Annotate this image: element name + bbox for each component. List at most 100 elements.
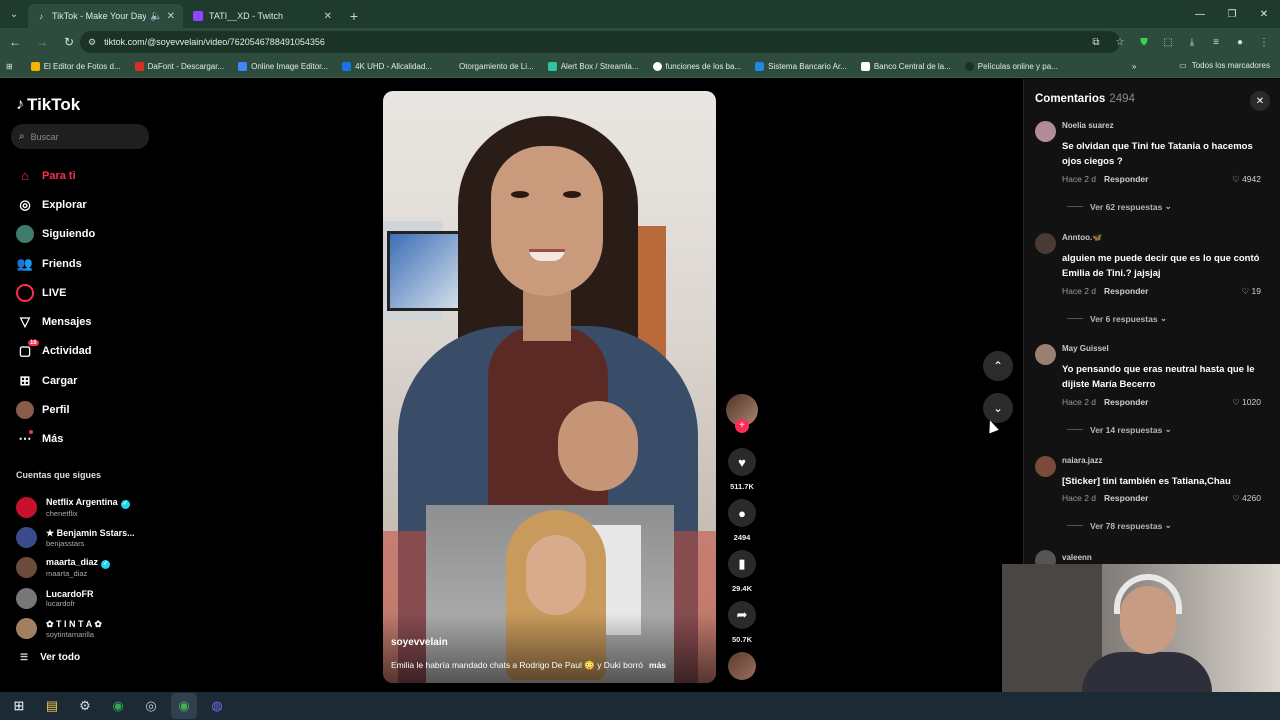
video-author[interactable]: soyevvelain [391, 637, 448, 648]
profile-avatar-icon[interactable]: ● [1230, 32, 1250, 52]
like-action[interactable]: ♥ 511.7K [725, 448, 759, 491]
comment-action[interactable]: ● 2494 [725, 499, 759, 542]
next-video-button[interactable]: ⌄ [983, 393, 1013, 423]
comment-user[interactable]: valeenn [1062, 553, 1092, 562]
previous-video-button[interactable]: ⌃ [983, 351, 1013, 381]
avatar[interactable] [1035, 121, 1056, 142]
bookmark-item[interactable]: Online Image Editor... [238, 62, 328, 71]
search-input[interactable]: ⌕ Buscar [11, 124, 149, 149]
menu-icon[interactable]: ⋮ [1254, 32, 1274, 52]
chrome-icon[interactable]: ◉ [105, 693, 131, 719]
all-bookmarks-folder[interactable]: ▭ Todos los marcadores [1179, 61, 1270, 70]
nav-mas[interactable]: ⋯ Más [16, 425, 95, 454]
comment-user[interactable]: May Guissel [1062, 344, 1109, 353]
tab-search-icon[interactable]: ⌄ [0, 0, 28, 28]
reply-button[interactable]: Responder [1104, 174, 1148, 184]
reload-button[interactable]: ↻ [57, 30, 81, 54]
apps-icon[interactable]: ⊞ [6, 62, 13, 71]
following-account[interactable]: ✿ T I N T A ✿ soytintamarilla [16, 614, 135, 644]
bookmark-item[interactable]: 4K UHD - Allcalidad... [342, 62, 432, 71]
tiktok-logo[interactable]: ♪ TikTok [16, 95, 80, 115]
obs-icon[interactable]: ◎ [138, 693, 164, 719]
bookmark-item[interactable]: El Editor de Fotos d... [30, 62, 121, 71]
caption-more-button[interactable]: más [649, 660, 666, 670]
comment-user[interactable]: Noelia suarez [1062, 121, 1114, 130]
reply-button[interactable]: Responder [1104, 286, 1148, 296]
back-button[interactable]: ← [3, 30, 27, 54]
comment-icon[interactable]: ● [728, 499, 756, 527]
bookmark-item[interactable]: funciones de los ba... [652, 62, 741, 71]
bookmark-item[interactable]: Alert Box / Streamla... [547, 62, 639, 71]
speaker-icon[interactable]: 🔈 [150, 11, 162, 22]
bookmark-item[interactable]: DaFont - Descargar... [134, 62, 224, 71]
share-icon[interactable]: ➦ [728, 601, 756, 629]
author-avatar[interactable]: + [726, 394, 758, 433]
tab-close-icon[interactable]: ✕ [324, 11, 332, 22]
following-account[interactable]: LucardoFR lucardofr [16, 583, 135, 613]
view-replies-button[interactable]: Ver 14 respuestas ⌄ [1067, 424, 1172, 435]
following-account[interactable]: Netflix Argentina ✓ chenetflix [16, 492, 135, 522]
follow-plus-icon[interactable]: + [735, 419, 749, 433]
site-info-icon[interactable]: ⚙ [88, 37, 96, 48]
url-bar[interactable]: ⚙ tiktok.com/@soyevvelain/video/76205467… [80, 31, 1120, 53]
start-icon[interactable]: ⊞ [6, 693, 32, 719]
file-explorer-icon[interactable]: ▤ [39, 693, 65, 719]
save-action[interactable]: ▮ 29.4K [725, 550, 759, 593]
nav-explorar[interactable]: ◎ Explorar [16, 190, 95, 219]
share-action[interactable]: ➦ 50.7K [725, 601, 759, 644]
nav-para-ti[interactable]: ⌂ Para ti [16, 161, 95, 190]
discord-icon[interactable]: ◍ [204, 693, 230, 719]
close-comments-button[interactable]: ✕ [1250, 91, 1270, 111]
chrome-active-icon[interactable]: ◉ [171, 693, 197, 719]
comment-likes[interactable]: ♡ 4260 [1232, 493, 1261, 504]
shield-icon[interactable]: ⛊ [1134, 32, 1154, 52]
extensions-icon[interactable]: ⬚ [1158, 32, 1178, 52]
video-player[interactable]: soyevvelain Emilia le habría mandado cha… [383, 91, 716, 683]
nav-mensajes[interactable]: ▽ Mensajes [16, 307, 95, 336]
view-replies-button[interactable]: Ver 6 respuestas ⌄ [1067, 313, 1167, 324]
nav-live[interactable]: LIVE [16, 278, 95, 307]
comment-likes[interactable]: ♡ 19 [1242, 286, 1261, 297]
nav-actividad[interactable]: ▢ 16 Actividad [16, 337, 95, 366]
nav-siguiendo[interactable]: Siguiendo [16, 220, 95, 249]
restore-button[interactable]: ❐ [1216, 0, 1248, 28]
bookmark-item[interactable]: Banco Central de la... [860, 62, 951, 71]
install-icon[interactable]: ⧉ [1086, 32, 1106, 52]
bookmark-item[interactable]: Otorgamiento de Li... [445, 62, 534, 71]
tab-twitch[interactable]: TATI__XD - Twitch ✕ [185, 4, 340, 28]
following-account[interactable]: ★ Benjamin Sstars... benjasstars [16, 522, 135, 552]
new-tab-button[interactable]: + [342, 4, 366, 28]
heart-icon[interactable]: ♥ [728, 448, 756, 476]
bookmark-star-icon[interactable]: ☆ [1110, 32, 1130, 52]
tab-tiktok[interactable]: ♪ TikTok - Make Your Day 🔈 ✕ [28, 4, 183, 28]
comment-likes[interactable]: ♡ 4942 [1232, 174, 1261, 185]
nav-cargar[interactable]: ⊞ Cargar [16, 366, 95, 395]
bookmark-icon[interactable]: ▮ [728, 550, 756, 578]
avatar[interactable] [1035, 344, 1056, 365]
reply-button[interactable]: Responder [1104, 397, 1148, 407]
avatar[interactable] [1035, 456, 1056, 477]
settings-icon[interactable]: ⚙ [72, 693, 98, 719]
music-disc-icon[interactable] [728, 652, 756, 680]
avatar[interactable] [1035, 233, 1056, 254]
comment-user[interactable]: Anntoo.🦋 [1062, 233, 1102, 242]
nav-perfil[interactable]: Perfil [16, 395, 95, 424]
bookmark-item[interactable]: Películas online y pa... [964, 62, 1058, 71]
forward-button[interactable]: → [30, 30, 54, 54]
following-account[interactable]: maarta_diaz ✓ maarta_diaz [16, 553, 135, 583]
tab-close-icon[interactable]: ✕ [167, 11, 175, 22]
view-replies-button[interactable]: Ver 62 respuestas ⌄ [1067, 201, 1172, 212]
media-icon[interactable]: ≡ [1206, 32, 1226, 52]
reply-button[interactable]: Responder [1104, 493, 1148, 503]
download-icon[interactable]: ⤓ [1182, 32, 1202, 52]
window-controls: — ❐ ✕ [1184, 0, 1280, 28]
comment-user[interactable]: naiara.jazz [1062, 456, 1102, 465]
minimize-button[interactable]: — [1184, 0, 1216, 28]
see-all-button[interactable]: ☰ Ver todo [20, 652, 80, 663]
comment-likes[interactable]: ♡ 1020 [1232, 397, 1261, 408]
view-replies-button[interactable]: Ver 78 respuestas ⌄ [1067, 520, 1172, 531]
close-window-button[interactable]: ✕ [1248, 0, 1280, 28]
nav-friends[interactable]: 👥 Friends [16, 249, 95, 278]
bookmark-item[interactable]: Sistema Bancario Ar... [755, 62, 847, 71]
bookmarks-overflow-icon[interactable]: » [1132, 62, 1136, 71]
